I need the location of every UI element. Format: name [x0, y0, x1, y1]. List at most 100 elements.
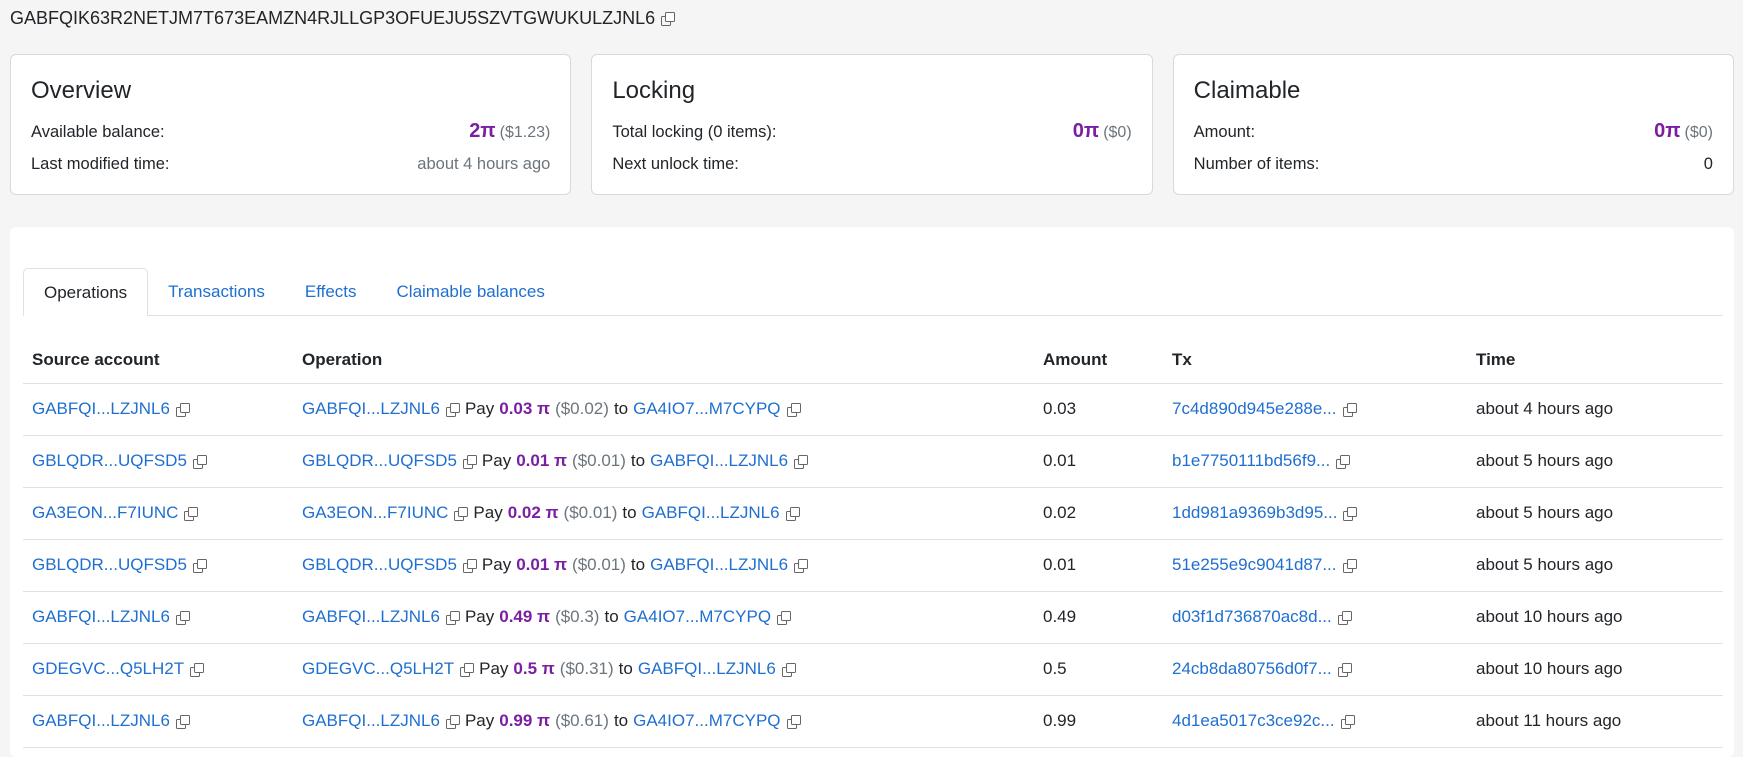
table-body: GABFQI...LZJNL6 GABFQI...LZJNL6 Pay 0.03…: [23, 383, 1723, 748]
copy-icon[interactable]: [661, 12, 676, 26]
op-amount: 0.99 π: [499, 711, 551, 730]
header-time: Time: [1467, 337, 1723, 384]
copy-icon[interactable]: [794, 558, 809, 573]
header-operation: Operation: [293, 337, 1034, 384]
operation-from-link[interactable]: GBLQDR...UQFSD5: [302, 451, 457, 471]
tx-link[interactable]: 1dd981a9369b3d95...: [1172, 503, 1337, 523]
copy-icon[interactable]: [781, 662, 796, 677]
copy-icon[interactable]: [1337, 662, 1352, 677]
tx-link[interactable]: 51e255e9c9041d87...: [1172, 555, 1337, 575]
tx-link[interactable]: d03f1d736870ac8d...: [1172, 607, 1332, 627]
copy-icon[interactable]: [462, 558, 477, 573]
source-account-link[interactable]: GDEGVC...Q5LH2T: [32, 659, 184, 679]
copy-icon[interactable]: [777, 610, 792, 625]
table-row: GABFQI...LZJNL6 GABFQI...LZJNL6 Pay 0.99…: [23, 695, 1723, 748]
source-account-link[interactable]: GA3EON...F7IUNC: [32, 503, 178, 523]
operation-from-link[interactable]: GDEGVC...Q5LH2T: [302, 659, 454, 679]
copy-icon[interactable]: [445, 402, 460, 417]
tx-link[interactable]: b1e7750111bd56f9...: [1172, 451, 1330, 471]
op-to-word: to: [622, 503, 637, 522]
time-cell: about 11 hours ago: [1467, 695, 1723, 748]
tab-effects[interactable]: Effects: [285, 268, 377, 316]
copy-icon[interactable]: [175, 714, 190, 729]
operation-to-link[interactable]: GA4IO7...M7CYPQ: [624, 607, 771, 627]
copy-icon[interactable]: [785, 506, 800, 521]
operation-from-link[interactable]: GABFQI...LZJNL6: [302, 711, 440, 731]
tx-link[interactable]: 24cb8da80756d0f7...: [1172, 659, 1332, 679]
tx-cell: 1dd981a9369b3d95...: [1163, 487, 1467, 540]
copy-icon[interactable]: [445, 714, 460, 729]
op-usd: ($0.01): [563, 503, 618, 522]
copy-icon[interactable]: [1340, 714, 1355, 729]
source-account-link[interactable]: GBLQDR...UQFSD5: [32, 451, 187, 471]
operation-from-link[interactable]: GBLQDR...UQFSD5: [302, 555, 457, 575]
table-row: GABFQI...LZJNL6 GABFQI...LZJNL6 Pay 0.03…: [23, 383, 1723, 436]
copy-icon[interactable]: [192, 454, 207, 469]
operation-from-link[interactable]: GABFQI...LZJNL6: [302, 399, 440, 419]
time-cell: about 4 hours ago: [1467, 383, 1723, 436]
op-amount: 0.03 π: [499, 399, 551, 418]
op-to-word: to: [630, 555, 646, 574]
tx-link[interactable]: 4d1ea5017c3ce92c...: [1172, 711, 1335, 731]
copy-icon[interactable]: [1342, 402, 1357, 417]
op-usd: ($0.01): [572, 451, 626, 470]
tab-operations[interactable]: Operations: [23, 268, 149, 316]
op-usd: ($0.01): [572, 555, 626, 574]
claimable-amount-value: 0π ($0): [1654, 115, 1713, 149]
locking-card: Locking Total locking (0 items): 0π ($0) …: [591, 54, 1153, 195]
op-amount: 0.01 π: [516, 555, 568, 574]
operation-to-link[interactable]: GA4IO7...M7CYPQ: [633, 399, 780, 419]
operation-to-link[interactable]: GABFQI...LZJNL6: [650, 451, 788, 471]
claimable-amount-row: Amount: 0π ($0): [1194, 115, 1713, 148]
copy-icon[interactable]: [445, 610, 460, 625]
operation-from-link[interactable]: GABFQI...LZJNL6: [302, 607, 440, 627]
source-account-link[interactable]: GBLQDR...UQFSD5: [32, 555, 187, 575]
amount-cell: 0.5: [1034, 643, 1163, 696]
copy-icon[interactable]: [192, 558, 207, 573]
tab-transactions[interactable]: Transactions: [148, 268, 285, 316]
time-cell: about 5 hours ago: [1467, 487, 1723, 540]
copy-icon[interactable]: [1343, 506, 1358, 521]
tx-cell: 7c4d890d945e288e...: [1163, 383, 1467, 436]
tx-link[interactable]: 7c4d890d945e288e...: [1172, 399, 1337, 419]
copy-icon[interactable]: [190, 662, 205, 677]
table-header-row: Source account Operation Amount Tx Time: [23, 337, 1723, 384]
overview-title: Overview: [31, 77, 132, 104]
available-balance-value: 2π ($1.23): [469, 115, 550, 149]
operation-to-link[interactable]: GABFQI...LZJNL6: [642, 503, 780, 523]
copy-icon[interactable]: [462, 454, 477, 469]
tab-claimable-balances[interactable]: Claimable balances: [377, 268, 565, 316]
copy-icon[interactable]: [175, 610, 190, 625]
copy-icon[interactable]: [460, 662, 475, 677]
copy-icon[interactable]: [786, 714, 801, 729]
claimable-usd: ($0): [1684, 124, 1713, 141]
copy-icon[interactable]: [454, 506, 469, 521]
op-usd: ($0.3): [555, 607, 600, 626]
copy-icon[interactable]: [184, 506, 199, 521]
operation-cell: GBLQDR...UQFSD5 Pay 0.01 π ($0.01) to GA…: [293, 435, 1034, 488]
amount-cell: 0.99: [1034, 695, 1163, 748]
operation-from-link[interactable]: GA3EON...F7IUNC: [302, 503, 448, 523]
claimable-items-value: 0: [1703, 155, 1713, 173]
op-verb: Pay: [481, 555, 512, 574]
overview-card: Overview Available balance: 2π ($1.23) La…: [10, 54, 572, 195]
source-account-link[interactable]: GABFQI...LZJNL6: [32, 711, 170, 731]
copy-icon[interactable]: [794, 454, 809, 469]
time-cell: about 10 hours ago: [1467, 591, 1723, 644]
source-account-link[interactable]: GABFQI...LZJNL6: [32, 399, 170, 419]
copy-icon[interactable]: [175, 402, 190, 417]
main-panel: Operations Transactions Effects Claimabl…: [10, 227, 1734, 757]
operation-to-link[interactable]: GABFQI...LZJNL6: [650, 555, 788, 575]
operation-to-link[interactable]: GA4IO7...M7CYPQ: [633, 711, 780, 731]
header-amount: Amount: [1034, 337, 1163, 384]
operation-cell: GDEGVC...Q5LH2T Pay 0.5 π ($0.31) to GAB…: [293, 643, 1034, 696]
copy-icon[interactable]: [1337, 610, 1352, 625]
claimable-pi: 0π: [1654, 120, 1681, 142]
op-amount: 0.5 π: [513, 659, 555, 678]
source-account-link[interactable]: GABFQI...LZJNL6: [32, 607, 170, 627]
copy-icon[interactable]: [786, 402, 801, 417]
copy-icon[interactable]: [1336, 454, 1351, 469]
copy-icon[interactable]: [1342, 558, 1357, 573]
operation-cell: GA3EON...F7IUNC Pay 0.02 π ($0.01) to GA…: [293, 487, 1034, 540]
operation-to-link[interactable]: GABFQI...LZJNL6: [638, 659, 776, 679]
